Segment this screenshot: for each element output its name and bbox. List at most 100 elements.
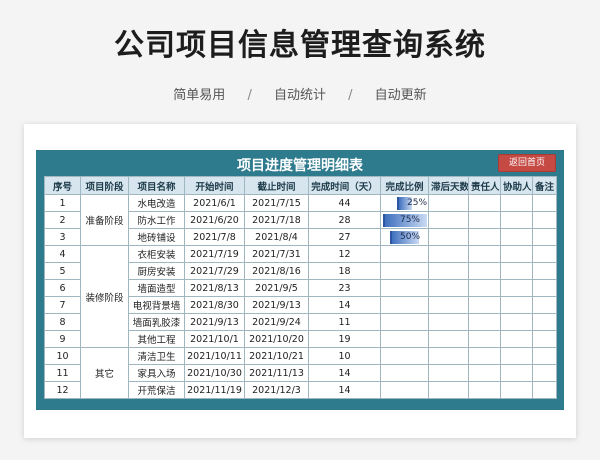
cell-start[interactable]: 2021/7/8	[184, 228, 245, 246]
cell-assistant[interactable]	[500, 347, 533, 365]
cell-pct[interactable]	[380, 364, 429, 382]
cell-remark[interactable]	[532, 364, 557, 382]
cell-assistant[interactable]	[500, 279, 533, 297]
cell-remark[interactable]	[532, 347, 557, 365]
cell-pct[interactable]	[380, 330, 429, 348]
cell-assistant[interactable]	[500, 330, 533, 348]
cell-remark[interactable]	[532, 211, 557, 229]
cell-owner[interactable]	[468, 245, 501, 263]
cell-pct[interactable]: 50%	[380, 228, 429, 246]
cell-delay[interactable]	[428, 313, 469, 331]
cell-remark[interactable]	[532, 245, 557, 263]
cell-no[interactable]: 8	[44, 313, 81, 331]
cell-remark[interactable]	[532, 296, 557, 314]
cell-end[interactable]: 2021/9/5	[244, 279, 309, 297]
back-home-button[interactable]: 返回首页	[498, 154, 556, 172]
cell-days[interactable]: 19	[308, 330, 381, 348]
cell-end[interactable]: 2021/9/13	[244, 296, 309, 314]
cell-name[interactable]: 防水工作	[128, 211, 185, 229]
cell-end[interactable]: 2021/7/18	[244, 211, 309, 229]
cell-delay[interactable]	[428, 194, 469, 212]
cell-no[interactable]: 5	[44, 262, 81, 280]
cell-pct[interactable]	[380, 245, 429, 263]
cell-start[interactable]: 2021/10/1	[184, 330, 245, 348]
cell-pct[interactable]: 25%	[380, 194, 429, 212]
cell-days[interactable]: 14	[308, 364, 381, 382]
cell-owner[interactable]	[468, 347, 501, 365]
cell-owner[interactable]	[468, 228, 501, 246]
cell-owner[interactable]	[468, 211, 501, 229]
cell-end[interactable]: 2021/12/3	[244, 381, 309, 399]
cell-assistant[interactable]	[500, 364, 533, 382]
cell-remark[interactable]	[532, 381, 557, 399]
cell-owner[interactable]	[468, 296, 501, 314]
cell-assistant[interactable]	[500, 211, 533, 229]
cell-delay[interactable]	[428, 381, 469, 399]
cell-pct[interactable]	[380, 262, 429, 280]
cell-start[interactable]: 2021/11/19	[184, 381, 245, 399]
cell-remark[interactable]	[532, 194, 557, 212]
cell-name[interactable]: 其他工程	[128, 330, 185, 348]
cell-pct[interactable]: 75%	[380, 211, 429, 229]
cell-owner[interactable]	[468, 262, 501, 280]
cell-name[interactable]: 墙面造型	[128, 279, 185, 297]
cell-pct[interactable]	[380, 296, 429, 314]
cell-delay[interactable]	[428, 296, 469, 314]
cell-name[interactable]: 家具入场	[128, 364, 185, 382]
cell-owner[interactable]	[468, 364, 501, 382]
cell-assistant[interactable]	[500, 313, 533, 331]
cell-end[interactable]: 2021/8/16	[244, 262, 309, 280]
cell-stage[interactable]: 其它	[80, 347, 129, 399]
cell-days[interactable]: 44	[308, 194, 381, 212]
cell-name[interactable]: 厨房安装	[128, 262, 185, 280]
cell-end[interactable]: 2021/8/4	[244, 228, 309, 246]
cell-remark[interactable]	[532, 279, 557, 297]
cell-days[interactable]: 14	[308, 381, 381, 399]
cell-stage[interactable]: 装修阶段	[80, 245, 129, 348]
cell-no[interactable]: 10	[44, 347, 81, 365]
cell-start[interactable]: 2021/9/13	[184, 313, 245, 331]
cell-start[interactable]: 2021/7/19	[184, 245, 245, 263]
cell-days[interactable]: 10	[308, 347, 381, 365]
cell-remark[interactable]	[532, 313, 557, 331]
cell-no[interactable]: 3	[44, 228, 81, 246]
cell-end[interactable]: 2021/7/31	[244, 245, 309, 263]
cell-no[interactable]: 7	[44, 296, 81, 314]
cell-no[interactable]: 12	[44, 381, 81, 399]
cell-assistant[interactable]	[500, 381, 533, 399]
cell-name[interactable]: 地砖铺设	[128, 228, 185, 246]
cell-owner[interactable]	[468, 313, 501, 331]
cell-start[interactable]: 2021/10/11	[184, 347, 245, 365]
cell-end[interactable]: 2021/11/13	[244, 364, 309, 382]
cell-remark[interactable]	[532, 262, 557, 280]
cell-delay[interactable]	[428, 330, 469, 348]
cell-name[interactable]: 墙面乳胶漆	[128, 313, 185, 331]
cell-owner[interactable]	[468, 330, 501, 348]
cell-end[interactable]: 2021/7/15	[244, 194, 309, 212]
cell-pct[interactable]	[380, 347, 429, 365]
cell-name[interactable]: 开荒保洁	[128, 381, 185, 399]
cell-start[interactable]: 2021/8/30	[184, 296, 245, 314]
cell-stage[interactable]: 准备阶段	[80, 194, 129, 246]
cell-pct[interactable]	[380, 313, 429, 331]
cell-days[interactable]: 14	[308, 296, 381, 314]
cell-name[interactable]: 衣柜安装	[128, 245, 185, 263]
cell-no[interactable]: 2	[44, 211, 81, 229]
cell-assistant[interactable]	[500, 262, 533, 280]
cell-assistant[interactable]	[500, 245, 533, 263]
cell-days[interactable]: 23	[308, 279, 381, 297]
cell-start[interactable]: 2021/6/1	[184, 194, 245, 212]
cell-delay[interactable]	[428, 245, 469, 263]
cell-pct[interactable]	[380, 381, 429, 399]
cell-pct[interactable]	[380, 279, 429, 297]
cell-assistant[interactable]	[500, 296, 533, 314]
cell-days[interactable]: 12	[308, 245, 381, 263]
cell-name[interactable]: 清洁卫生	[128, 347, 185, 365]
cell-start[interactable]: 2021/10/30	[184, 364, 245, 382]
cell-delay[interactable]	[428, 211, 469, 229]
cell-start[interactable]: 2021/6/20	[184, 211, 245, 229]
cell-no[interactable]: 4	[44, 245, 81, 263]
cell-end[interactable]: 2021/9/24	[244, 313, 309, 331]
cell-start[interactable]: 2021/8/13	[184, 279, 245, 297]
cell-no[interactable]: 1	[44, 194, 81, 212]
